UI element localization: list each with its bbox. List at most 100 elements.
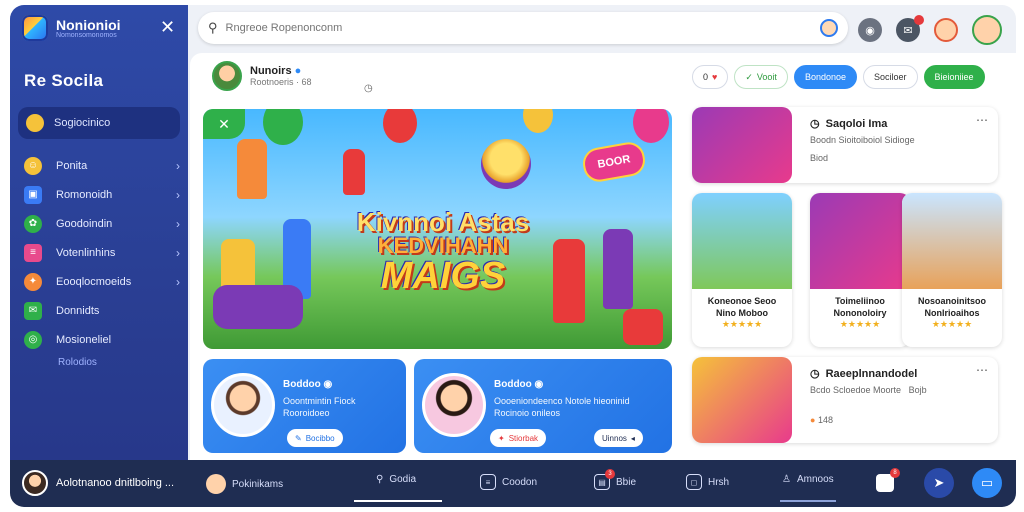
user-name: Aolotnanoo dnitlboing ... [56,477,175,489]
promo-card[interactable]: Boddoo ◉ Oooeniondeenco Notole hieoninid… [414,359,672,453]
sidebar-item-donnidts[interactable]: ✉ Donnidts [24,296,180,325]
user-avatar[interactable] [934,18,958,42]
sofa-image [213,285,303,329]
clock-icon: ◷ [810,118,820,130]
secondary-button[interactable]: Sociloer [862,65,918,89]
search-input[interactable] [225,22,812,34]
home-icon [26,114,44,132]
send-icon[interactable]: ➤ [924,468,954,498]
cta-button[interactable]: Bieioniiee [923,65,985,89]
sidebar-item-label: Ponita [56,159,88,172]
card-button-secondary[interactable]: Uinnos ◂ [594,429,643,447]
notification-icon[interactable]: ✉ [896,15,924,42]
card-title: Boddoo [494,379,532,390]
heart-icon: ♥ [712,72,718,82]
photo-icon: ▣ [24,185,42,204]
eye-icon[interactable]: ◉ [858,18,882,42]
bookmark-icon: ▤ 3 [594,469,615,490]
tile-card[interactable]: Toimeliinoo Nononoloiry ★★★★★ [810,193,910,347]
message-icon: ≡ [480,474,496,490]
tile-card[interactable]: Koneonoe Seoo Nino Moboo ★★★★★ [692,193,792,347]
hero-banner[interactable]: ✕ BOOR Kivnnoi Astas KEDVIHAHN MAIGS [203,109,672,349]
sidebar-item-rolodios[interactable]: Rolodios [58,357,97,368]
tile-title: Nosoanoinitsoo [918,296,986,306]
tile-title: Nononoloiry [833,308,887,318]
sidebar-item-active[interactable]: Sogiocinico [18,107,180,139]
sidebar-item-mosioneliel[interactable]: ◎ Mosioneliel [24,325,180,354]
gift-icon: ✦ [24,272,42,291]
avatar-icon[interactable] [820,19,838,37]
sidebar-item-romonoidh[interactable]: ▣ Romonoidh › [24,180,180,209]
sidebar-item-eooqlocmoeids[interactable]: ✦ Eooqlocmoeids › [24,267,180,296]
nav-item-hrsh[interactable]: ◻ Hrsh [686,474,729,490]
thumbnail-image [692,357,792,443]
sidebar-item-votenlinhins[interactable]: ≡ Votenlinhins › [24,238,180,267]
sidebar-item-label: Donnidts [56,304,100,317]
right-card[interactable]: ◷ Raeeplnnandodel Bcdo Scloedoe Moorte Bo… [692,357,998,443]
child-figure [603,229,633,309]
avatar [212,61,242,91]
brand[interactable]: Nonionioi Nomonsomonomos [22,15,121,41]
clock-icon: ◷ [364,83,373,94]
right-card[interactable]: ◷ Saqoloi Ima Boodn Sioitoiboiol Sidioge … [692,107,998,183]
nav-item-godia[interactable]: ⚲ Godia [376,474,416,485]
thumbnail-image [692,107,792,183]
close-hero-button[interactable]: ✕ [203,109,245,139]
promo-card[interactable]: Boddoo ◉ Ooontmintin Fiock Rooroidoeo ✎ B… [203,359,406,453]
nav-label: Pokinikams [232,478,284,490]
chat-icon: ◻ [686,474,702,490]
profile-subtitle: Rootnoeris · 68 [250,77,312,87]
tile-title: Nonlrioaihos [924,308,980,318]
follow-button[interactable]: ✓ Vooit [734,65,788,89]
nav-item-amnoos[interactable]: ♙ Amnoos [782,474,834,485]
nav-item-pokinikams[interactable]: Pokinikams [206,474,283,494]
star-icon: ✦ [498,433,505,443]
card-button-label: Uinnos [602,433,627,443]
card-description: Oooeniondeenco Notole hieoninid [494,396,630,406]
info-icon: ◉ [534,379,544,390]
sidebar-item-label: Mosioneliel [56,333,112,346]
more-icon[interactable]: ⋯ [976,113,988,127]
card-button[interactable]: ✎ Bocibbo [287,429,343,447]
tile-image [902,193,1002,289]
hero-title: Kivnnoi Astas KEDVIHAHN MAIGS [323,209,563,295]
counter-pill[interactable]: 0 ♥ [692,65,729,89]
nav-item-bbie[interactable]: ▤ 3 Bbie [594,469,636,490]
sidebar-item-label: Eooqlocmoeids [56,275,132,288]
sidebar-item-ponita[interactable]: ☺ Ponita › [24,151,180,180]
card-meta: Biod [810,153,829,163]
profile-avatar[interactable] [972,15,1002,45]
card-title: Boddoo [283,379,321,390]
card-title: Saqoloi Ima [825,117,888,130]
bottom-nav: Aolotnanoo dnitlboing ... Pokinikams ⚲ G… [10,460,1016,507]
profile-icon: ♙ [782,474,791,485]
primary-button[interactable]: Bondonoe [793,65,857,89]
sidebar-item-label: Votenlinhins [56,246,116,259]
profile-header[interactable]: Nunoirs ● Rootnoeris · 68 [212,61,312,91]
search-bar[interactable]: ⚲ [198,12,848,44]
bag-icon[interactable]: 8 [870,468,900,498]
sidebar-item-goodoindin[interactable]: ✿ Goodoindin › [24,209,180,238]
profile-name: Nunoirs [250,65,292,77]
leaf-icon: ✿ [24,214,42,233]
search-icon: ⚲ [376,474,384,485]
avatar-icon [206,474,226,494]
tile-card[interactable]: Nosoanoinitsoo Nonlrioaihos ★★★★★ [902,193,1002,347]
nav-label: Amnoos [796,474,834,485]
hero-title-line: KEDVIHAHN [377,233,509,258]
child-figure [237,139,267,199]
nav-item-coodon[interactable]: ≡ Coodon [480,474,537,490]
nav-label: Hrsh [708,476,730,488]
card-description: Rooroidoeo [283,408,330,418]
balloon-image [383,109,417,143]
tile-image [692,193,792,289]
close-icon[interactable]: ✕ [160,17,175,38]
current-user[interactable]: Aolotnanoo dnitlboing ... [22,470,174,496]
more-icon[interactable]: ⋯ [976,363,988,377]
clock-icon: ◷ [810,368,820,380]
wallet-icon[interactable]: ▭ [972,468,1002,498]
verified-icon: ● [294,65,302,77]
balloon-image [633,109,669,143]
card-button[interactable]: ✦ Stiorbak [490,429,547,447]
smiley-icon: ☺ [24,156,42,175]
